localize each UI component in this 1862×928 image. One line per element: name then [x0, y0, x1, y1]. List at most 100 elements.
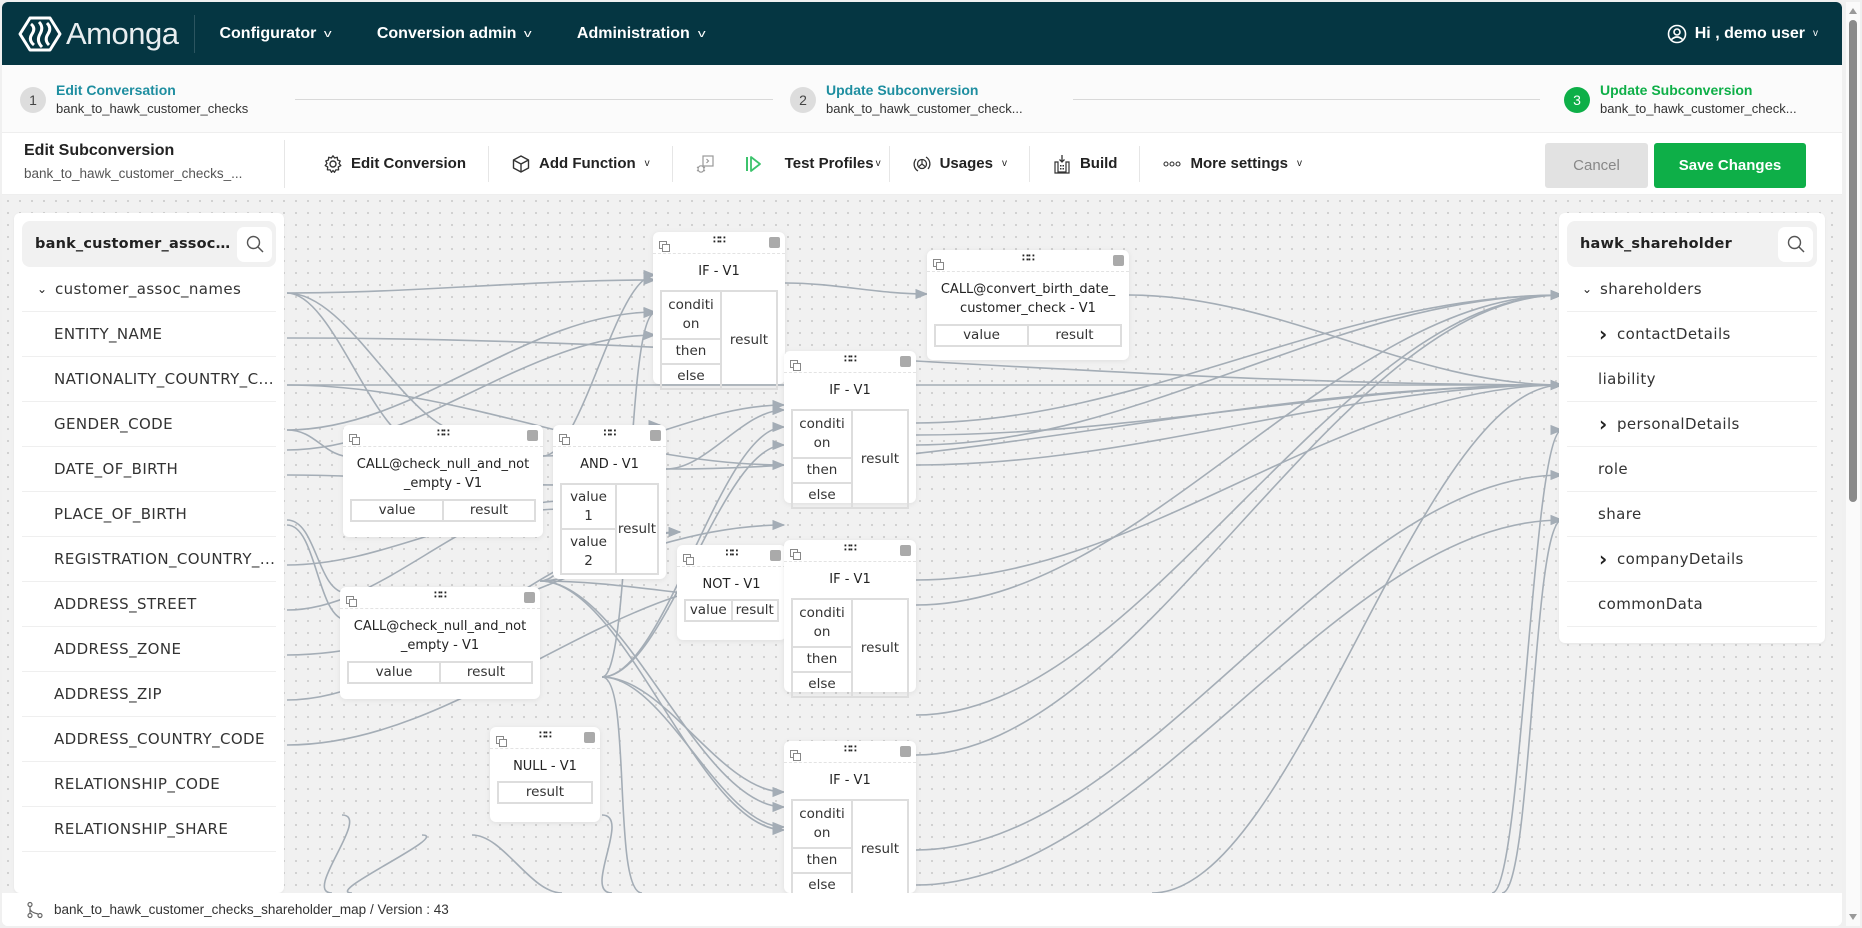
drag-handle-icon[interactable]: ∷∷ [713, 235, 726, 246]
connection-wire[interactable] [346, 834, 428, 893]
nav-configurator[interactable]: Configurator v [219, 25, 331, 43]
drag-handle-icon[interactable]: ∷∷ [539, 730, 552, 741]
chevron-right-icon[interactable]: › [1599, 322, 1611, 346]
user-menu[interactable]: Hi , demo user v [1667, 2, 1818, 65]
search-button[interactable] [237, 226, 272, 262]
scroll-up-arrow-icon[interactable] [1849, 8, 1857, 14]
connection-wire[interactable] [915, 289, 1564, 756]
output-port[interactable]: result [852, 800, 908, 893]
source-field[interactable]: ADDRESS_ZIP [22, 672, 276, 717]
duplicate-icon[interactable] [933, 255, 944, 270]
input-port[interactable]: value 2 [561, 529, 616, 574]
input-port[interactable]: conditi on [661, 291, 721, 339]
source-field[interactable]: GENDER_CODE [22, 402, 276, 447]
target-field[interactable]: › companyDetails [1567, 537, 1817, 582]
note-icon[interactable] [1113, 255, 1124, 266]
nav-conversion-admin[interactable]: Conversion admin v [377, 25, 532, 43]
source-field[interactable]: ADDRESS_ZONE [22, 627, 276, 672]
connection-wire[interactable] [286, 274, 657, 294]
tree-node-root[interactable]: ⌄ customer_assoc_names [22, 267, 276, 312]
input-port[interactable]: value [685, 600, 732, 621]
cancel-button[interactable]: Cancel [1545, 143, 1648, 188]
function-node-check2[interactable]: ∷∷ CALL@check_null_and_not _empty - V1 val… [340, 587, 540, 699]
output-port[interactable]: result [440, 662, 532, 683]
target-field[interactable]: liability [1567, 357, 1817, 402]
duplicate-icon[interactable] [346, 592, 357, 607]
output-port[interactable]: result [852, 410, 908, 508]
input-port[interactable]: conditi on [792, 410, 852, 458]
input-port[interactable]: value 1 [561, 484, 616, 529]
connection-wire[interactable] [784, 282, 929, 300]
input-port[interactable]: value [351, 500, 443, 521]
connection-wire[interactable] [1491, 425, 1564, 893]
target-field[interactable]: commonData [1567, 582, 1817, 627]
connection-wire[interactable] [286, 306, 657, 431]
connection-wire[interactable] [601, 676, 643, 893]
function-node-if1[interactable]: ∷∷ IF - V1 conditi on then else result [653, 232, 785, 390]
duplicate-icon[interactable] [790, 356, 801, 371]
function-node-null[interactable]: ∷∷ NULL - V1 result [490, 727, 600, 822]
note-icon[interactable] [650, 430, 661, 441]
note-icon[interactable] [584, 732, 595, 743]
drag-handle-icon[interactable]: ∷∷ [844, 744, 857, 755]
function-node-if2[interactable]: ∷∷ IF - V1 conditi on then else result [784, 351, 916, 509]
function-node-check1[interactable]: ∷∷ CALL@check_null_and_not _empty - V1 val… [343, 425, 543, 537]
drag-handle-icon[interactable]: ∷∷ [434, 590, 447, 601]
target-field[interactable]: › personalDetails [1567, 402, 1817, 447]
source-field[interactable]: RELATIONSHIP_CODE [22, 762, 276, 807]
step-3[interactable]: 3 Update Subconversion bank_to_hawk_cust… [1564, 81, 1797, 119]
connection-wire[interactable] [471, 834, 563, 893]
search-button[interactable] [1778, 226, 1813, 262]
drag-handle-icon[interactable]: ∷∷ [726, 548, 739, 559]
note-icon[interactable] [770, 550, 781, 561]
source-search-field[interactable]: bank_customer_assoc_na... [22, 221, 276, 267]
more-settings-dropdown[interactable]: More settings v [1140, 146, 1324, 182]
edit-conversion-button[interactable]: Edit Conversion [285, 145, 490, 182]
output-port[interactable]: result [731, 600, 778, 621]
input-port[interactable]: then [792, 647, 852, 672]
input-port[interactable]: value [348, 662, 440, 683]
output-port[interactable]: result [852, 599, 908, 697]
tree-node-root[interactable]: ⌄ shareholders [1567, 267, 1817, 312]
output-port[interactable]: result [443, 500, 535, 521]
source-field[interactable]: NATIONALITY_COUNTRY_C... [22, 357, 276, 402]
connection-wire[interactable] [915, 469, 1564, 851]
function-node-and[interactable]: ∷∷ AND - V1 value 1 value 2 result [553, 425, 666, 579]
connection-wire[interactable] [601, 676, 786, 798]
add-function-button[interactable]: Add Function v [489, 145, 673, 182]
connection-wire[interactable] [665, 404, 786, 470]
target-search-field[interactable]: hawk_shareholder [1567, 221, 1817, 267]
duplicate-icon[interactable] [659, 237, 670, 252]
input-port[interactable]: conditi on [792, 599, 852, 647]
build-button[interactable]: Build [1030, 145, 1141, 182]
input-port[interactable]: else [792, 873, 852, 893]
drag-handle-icon[interactable]: ∷∷ [1022, 253, 1035, 264]
target-field[interactable]: › contactDetails [1567, 312, 1817, 357]
connection-wire[interactable] [915, 379, 1564, 581]
output-port[interactable]: result [721, 291, 777, 389]
input-port[interactable]: then [661, 339, 721, 364]
input-port[interactable]: value [935, 325, 1028, 346]
function-node-not[interactable]: ∷∷ NOT - V1 value result [677, 545, 786, 640]
connection-wire[interactable] [286, 292, 473, 436]
note-icon[interactable] [900, 746, 911, 757]
note-icon[interactable] [524, 592, 535, 603]
input-port[interactable]: conditi on [792, 800, 852, 848]
connection-wire[interactable] [323, 814, 351, 893]
debug-button[interactable] [673, 146, 733, 182]
target-field[interactable]: role [1567, 447, 1817, 492]
connection-wire[interactable] [601, 676, 786, 833]
connection-wire[interactable] [286, 337, 1564, 391]
note-icon[interactable] [769, 237, 780, 248]
duplicate-icon[interactable] [790, 545, 801, 560]
connection-wire[interactable] [915, 514, 1564, 886]
source-field[interactable]: REGISTRATION_COUNTRY_... [22, 537, 276, 582]
save-changes-button[interactable]: Save Changes [1654, 143, 1806, 188]
connection-wire[interactable] [286, 292, 423, 446]
source-field[interactable]: DATE_OF_BIRTH [22, 447, 276, 492]
function-node-if4[interactable]: ∷∷ IF - V1 conditi on then else result [784, 741, 916, 893]
input-port[interactable]: else [661, 364, 721, 389]
drag-handle-icon[interactable]: ∷∷ [604, 428, 617, 439]
connection-wire[interactable] [1501, 515, 1564, 893]
output-port[interactable]: result [498, 782, 592, 803]
